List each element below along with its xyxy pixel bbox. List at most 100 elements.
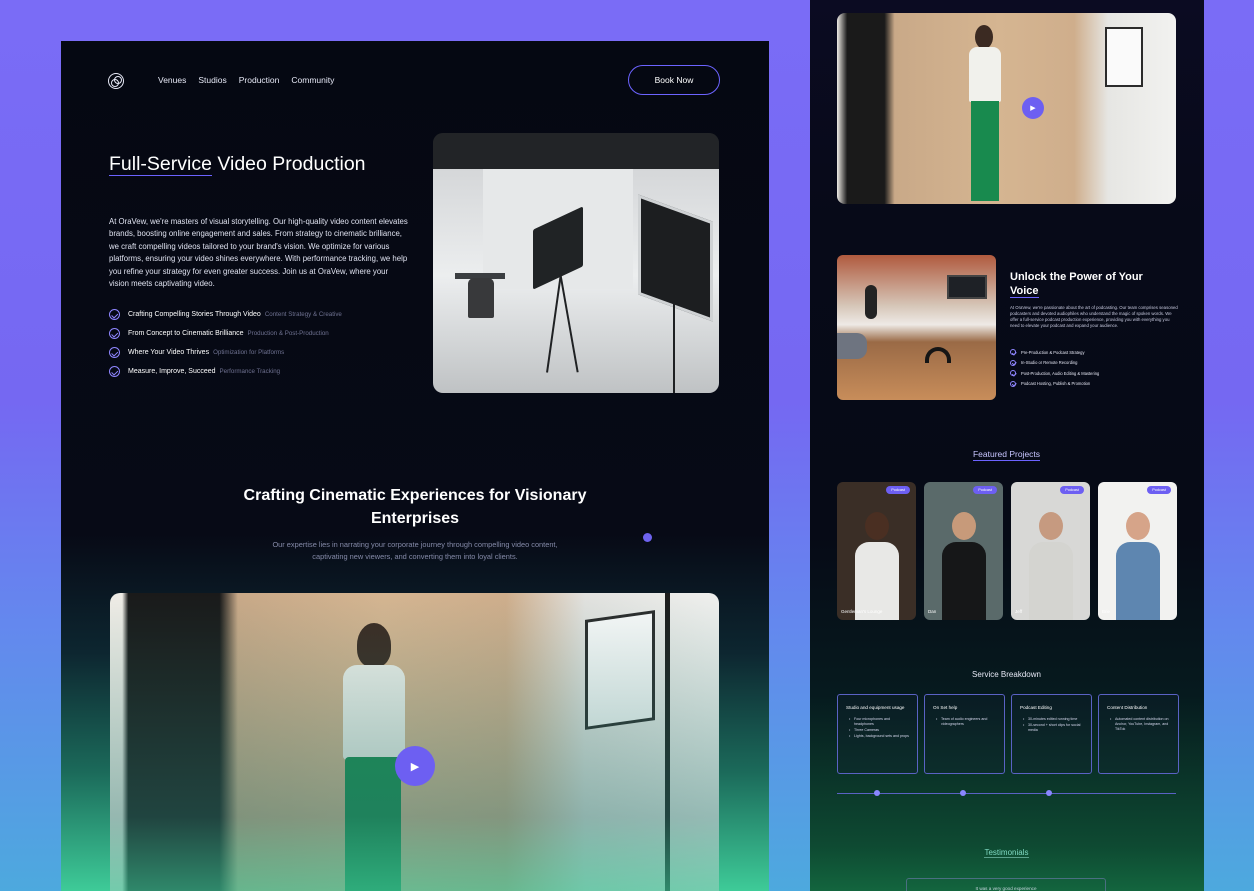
check-circle-icon	[109, 309, 120, 320]
checklist-sub: Content Strategy & Creative	[264, 311, 342, 318]
podcast-badge: Podcast	[973, 486, 997, 494]
service-box[interactable]: Podcast Editing 30-minutes edited runnin…	[1011, 694, 1092, 774]
podcast-checklist: Pre-Production & Podcast Strategy In-Stu…	[1010, 347, 1099, 389]
play-icon[interactable]: ▶	[1022, 97, 1044, 119]
podcast-badge: Podcast	[1060, 486, 1084, 494]
podcast-badge: Podcast	[886, 486, 910, 494]
check-circle-icon	[1010, 349, 1016, 356]
service-title: Content Distribution	[1107, 705, 1148, 710]
checklist-label: Pre-Production & Podcast Strategy	[1021, 349, 1085, 355]
project-name: Gentleman's Lounge	[841, 609, 883, 614]
nav-venues[interactable]: Venues	[158, 75, 186, 85]
project-name: Jeff	[1015, 609, 1023, 614]
testimonial-quote: It was a very good experience	[906, 878, 1106, 891]
checklist-sub: Optimization for Platforms	[213, 349, 285, 356]
nav-studios[interactable]: Studios	[198, 75, 226, 85]
service-item: Four microphones and headphones	[849, 717, 909, 727]
featured-projects-label: Featured Projects	[972, 449, 1041, 461]
studio-photo	[433, 133, 719, 393]
check-circle-icon	[1010, 359, 1016, 366]
video-player[interactable]: ▶	[110, 593, 719, 891]
service-box[interactable]: Content Distribution Automated content d…	[1098, 694, 1179, 774]
nav-community[interactable]: Community	[291, 75, 334, 85]
checklist-item: Podcast Hosting, Publish & Promotion	[1010, 379, 1099, 390]
project-name: Brie	[1102, 609, 1111, 614]
host-figure	[855, 512, 899, 620]
podcast-title-line1: Unlock the Power of Your	[1010, 271, 1143, 283]
checklist-label: From Concept to Cinematic Brilliance	[128, 330, 244, 337]
host-figure	[942, 512, 986, 620]
timeline-dot[interactable]	[1046, 790, 1052, 796]
project-name: Dan	[928, 609, 937, 614]
check-circle-icon	[109, 366, 120, 377]
checklist-item: In-Studio or Remote Recording	[1010, 358, 1099, 369]
checklist-label: In-Studio or Remote Recording	[1021, 360, 1078, 366]
timeline-dot[interactable]	[960, 790, 966, 796]
host-figure	[1116, 512, 1160, 620]
book-now-button[interactable]: Book Now	[628, 65, 720, 95]
podcast-studio-photo	[837, 255, 996, 400]
main-nav: Venues Studios Production Community	[158, 75, 334, 85]
podcast-description: At OraVew, we're passionate about the ar…	[1010, 305, 1178, 328]
checklist-item: Where Your Video Thrives Optimization for…	[109, 343, 342, 362]
video-preview[interactable]: ▶	[837, 13, 1176, 204]
check-circle-icon	[1010, 380, 1016, 387]
service-title: On Set help	[933, 705, 958, 710]
checklist-label: Measure, Improve, Succeed	[128, 368, 216, 375]
feature-checklist: Crafting Compelling Stories Through Vide…	[109, 305, 342, 381]
hero-description: At OraVew, we're masters of visual story…	[109, 217, 408, 289]
service-breakdown-boxes: Studio and equipment usage Four micropho…	[837, 694, 1179, 774]
service-breakdown-title: Service Breakdown	[972, 670, 1041, 679]
featured-projects-cards: Podcast Gentleman's Lounge Podcast Dan P…	[837, 482, 1177, 620]
checklist-item: From Concept to Cinematic Brilliance Prod…	[109, 324, 342, 343]
podcast-badge: Podcast	[1147, 486, 1171, 494]
play-icon[interactable]: ▶	[395, 746, 435, 786]
project-card[interactable]: Podcast Brie	[1098, 482, 1177, 620]
testimonials-label: Testimonials	[984, 848, 1029, 858]
checklist-label: Crafting Compelling Stories Through Vide…	[128, 311, 261, 318]
project-card[interactable]: Podcast Dan	[924, 482, 1003, 620]
video-production-page: Venues Studios Production Community Book…	[61, 41, 769, 891]
checklist-item: Measure, Improve, Succeed Performance Tra…	[109, 362, 342, 381]
checklist-sub: Performance Tracking	[219, 368, 281, 375]
service-item: Team of audio engineers and videographer…	[936, 717, 996, 727]
decorative-dot	[643, 533, 652, 542]
section-title: Crafting Cinematic Experiences for Visio…	[243, 487, 587, 527]
hero-title-rest: Video Production	[211, 153, 366, 175]
timeline-dot[interactable]	[874, 790, 880, 796]
checklist-label: Where Your Video Thrives	[128, 349, 210, 356]
project-card[interactable]: Podcast Gentleman's Lounge	[837, 482, 916, 620]
check-circle-icon	[109, 328, 120, 339]
service-item: Three Cameras	[849, 728, 909, 733]
checklist-label: Post-Production, Audio Editing & Masteri…	[1021, 370, 1100, 376]
nav-production[interactable]: Production	[239, 75, 280, 85]
testimonials-title: Testimonials	[837, 848, 1176, 858]
checklist-item: Post-Production, Audio Editing & Masteri…	[1010, 368, 1099, 379]
timeline-line	[837, 793, 1176, 794]
checklist-item: Pre-Production & Podcast Strategy	[1010, 347, 1099, 358]
podcast-title: Unlock the Power of Your Voice	[1010, 270, 1180, 298]
checklist-item: Crafting Compelling Stories Through Vide…	[109, 305, 342, 324]
service-item: Automated content distribution on Anchor…	[1110, 717, 1170, 732]
logo-icon[interactable]	[108, 73, 124, 89]
model-figure	[967, 25, 1007, 203]
service-item: 30-minutes edited running time	[1023, 717, 1083, 722]
check-circle-icon	[109, 347, 120, 358]
project-card[interactable]: Podcast Jeff	[1011, 482, 1090, 620]
podcast-title-highlight: Voice	[1010, 285, 1039, 298]
section-description: Our expertise lies in narrating your cor…	[272, 540, 558, 561]
service-title: Studio and equipment usage	[846, 705, 905, 710]
service-item: Lights, background sets and props	[849, 734, 909, 739]
podcast-page: ▶ Unlock the Power of Your Voice At OraVe…	[810, 0, 1204, 891]
checklist-sub: Production & Post-Production	[247, 330, 329, 337]
service-box[interactable]: Studio and equipment usage Four micropho…	[837, 694, 918, 774]
featured-projects-title: Featured Projects	[837, 449, 1176, 461]
check-circle-icon	[1010, 370, 1016, 377]
checklist-label: Podcast Hosting, Publish & Promotion	[1021, 381, 1091, 387]
hero-title-highlight: Full-Service	[109, 153, 212, 176]
host-figure	[1029, 512, 1073, 620]
service-title: Podcast Editing	[1020, 705, 1052, 710]
service-box[interactable]: On Set help Team of audio engineers and …	[924, 694, 1005, 774]
service-item: 30-second + short clips for social media	[1023, 723, 1083, 733]
hero-title: Full-Service Video Production	[109, 152, 369, 176]
